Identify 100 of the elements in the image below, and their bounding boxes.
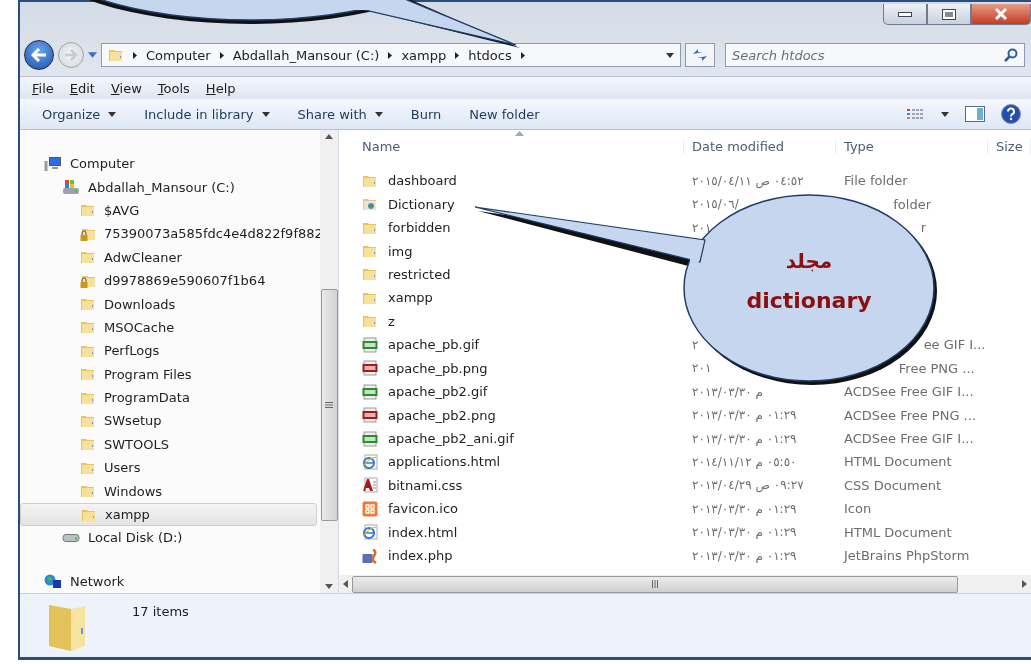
type-cell: JetBrains PhpStorm (844, 548, 970, 564)
document-icon (362, 477, 378, 494)
file-name[interactable]: Dictionary (354, 196, 455, 213)
drive-icon (62, 533, 80, 542)
file-name[interactable]: bitnami.css (354, 477, 463, 494)
file-name[interactable]: favicon.ico (354, 500, 459, 517)
file-name[interactable]: apache_pb.gif (354, 336, 480, 353)
drive-icon (62, 179, 80, 196)
file-name[interactable]: apache_pb2_ani.gif (354, 430, 514, 447)
scroll-down-arrow-icon[interactable] (325, 584, 333, 589)
date-cell-text: ٢٠١٣/٠٣/٣٠ م ٠١:٢٩ (691, 501, 798, 516)
chevron-icon (133, 51, 137, 59)
refresh-button[interactable] (685, 43, 715, 67)
web-page-icon (362, 524, 378, 541)
breadcrumb[interactable]: xampp (401, 47, 447, 63)
file-name[interactable]: index.php (354, 547, 453, 564)
toolbar-button[interactable]: Share with (297, 106, 383, 122)
column-header[interactable]: Size (988, 138, 1031, 154)
file-name[interactable]: xampp (354, 289, 433, 306)
date-cell-text: ٢ (691, 337, 700, 352)
date-cell-text: ٢٠١٤/١١/١٢ م ٠٥:٥٠ (691, 454, 798, 469)
scroll-up-arrow-icon[interactable] (325, 134, 333, 139)
callout-text: dictionary (746, 288, 872, 313)
folder-icon (80, 319, 96, 336)
menu-item[interactable]: Edit (69, 80, 95, 96)
menu-item[interactable]: Tools (157, 80, 190, 96)
recent-pages-caret-icon[interactable] (88, 52, 97, 58)
search-field[interactable]: Search htdocs (725, 43, 1025, 67)
folder-icon (80, 296, 96, 313)
file-name[interactable]: forbidden (354, 219, 451, 236)
file-name[interactable]: z (354, 313, 395, 330)
grip-icon (325, 402, 333, 408)
breadcrumb[interactable]: Computer (146, 47, 211, 63)
date-cell-text: ٢٠١ (691, 220, 713, 235)
file-name[interactable]: apache_pb2.gif (354, 383, 488, 400)
breadcrumb[interactable]: htdocs (468, 47, 512, 63)
address-bar[interactable]: Computer Abdallah_Mansour (C:) xampp htdocs (101, 43, 681, 67)
tree-item[interactable]: Network (20, 569, 317, 593)
preview-pane-icon[interactable] (965, 106, 985, 122)
tree-item[interactable]: Abdallah_Mansour (C:) (20, 175, 317, 199)
tree-item[interactable]: AdwCleaner (20, 245, 317, 269)
column-header[interactable]: Type (836, 138, 988, 154)
scroll-thumb[interactable] (320, 289, 338, 521)
tree-item[interactable]: SWTOOLS (20, 432, 317, 457)
back-button[interactable] (24, 40, 54, 70)
file-name[interactable]: apache_pb2.png (354, 407, 496, 424)
tree-item[interactable]: SWsetup (20, 409, 317, 433)
web-page-icon (362, 453, 378, 470)
type-cell: Icon (844, 501, 872, 517)
minimize-button[interactable] (883, 4, 927, 25)
folder-icon (80, 366, 96, 383)
date-cell-text: ٢٠١٣/٠٣/٣٠ م ٠١:٢٩ (691, 431, 798, 446)
menu-item[interactable]: File (32, 80, 54, 96)
scroll-left-arrow-icon[interactable] (343, 580, 348, 588)
toolbar-button[interactable]: New folder (469, 106, 540, 122)
file-name[interactable]: restricted (354, 266, 451, 283)
vertical-scrollbar[interactable] (320, 130, 338, 593)
file-name[interactable]: dashboard (354, 172, 457, 189)
tree-item[interactable]: Local Disk (D:) (20, 526, 317, 550)
menu-item[interactable]: View (110, 80, 142, 96)
tree-item[interactable]: Computer (20, 152, 317, 176)
close-button[interactable] (971, 4, 1031, 25)
date-cell-text: ٢٠١٥/٠٤/١١ ص ٠٤:٥٢ (691, 173, 805, 188)
file-name[interactable]: index.html (354, 524, 458, 541)
toolbar-button[interactable]: Include in library (144, 106, 270, 122)
tree-item[interactable]: xampp (20, 502, 317, 527)
tree-item[interactable]: Downloads (20, 292, 317, 316)
folder-icon (108, 47, 124, 63)
tree-item[interactable]: Program Files (20, 362, 317, 386)
sort-arrow-icon (515, 131, 524, 136)
column-header[interactable]: Date modified (684, 138, 836, 154)
tree-item[interactable]: $AVG (20, 198, 317, 223)
file-name[interactable]: applications.html (354, 453, 501, 470)
date-cell-text: ٢٠١٣/٠٣/٣٠ م ٠١:٢٩ (691, 525, 798, 540)
breadcrumb[interactable]: Abdallah_Mansour (C:) (232, 47, 380, 63)
menu-item[interactable]: Help (205, 80, 236, 96)
help-icon[interactable] (1001, 104, 1021, 124)
tree-item[interactable]: PerfLogs (20, 339, 317, 363)
date-cell-text: ٢٠١٥/٠٦/ (691, 197, 740, 212)
type-cell: Free PNG ... (898, 360, 975, 376)
app-icon (362, 500, 378, 517)
view-options-icon[interactable] (907, 108, 925, 120)
toolbar-button[interactable]: Burn (410, 106, 442, 122)
maximize-button[interactable] (927, 4, 971, 25)
date-cell-text: ٢٠١٣/٠٣/٣٠ م ٠١:٢٩ (691, 548, 798, 563)
column-header[interactable]: Name (354, 138, 684, 154)
folder-icon (80, 436, 96, 453)
type-cell: File folder (844, 173, 908, 189)
tree-item[interactable]: ProgramData (20, 385, 317, 410)
dropdown-caret-icon (666, 52, 674, 58)
toolbar-button[interactable]: Organize (42, 106, 117, 122)
scroll-right-arrow-icon[interactable] (1022, 580, 1027, 588)
tree-item[interactable]: Users (20, 456, 317, 480)
tree-item[interactable]: d9978869e590607f1b64 (20, 268, 317, 293)
forward-arrow-icon (64, 49, 78, 61)
tree-item[interactable]: Windows (20, 479, 317, 503)
tree-item[interactable]: MSOCache (20, 315, 317, 340)
file-name[interactable]: apache_pb.png (354, 360, 488, 377)
file-name[interactable]: img (354, 243, 413, 260)
minimize-icon (898, 11, 912, 17)
